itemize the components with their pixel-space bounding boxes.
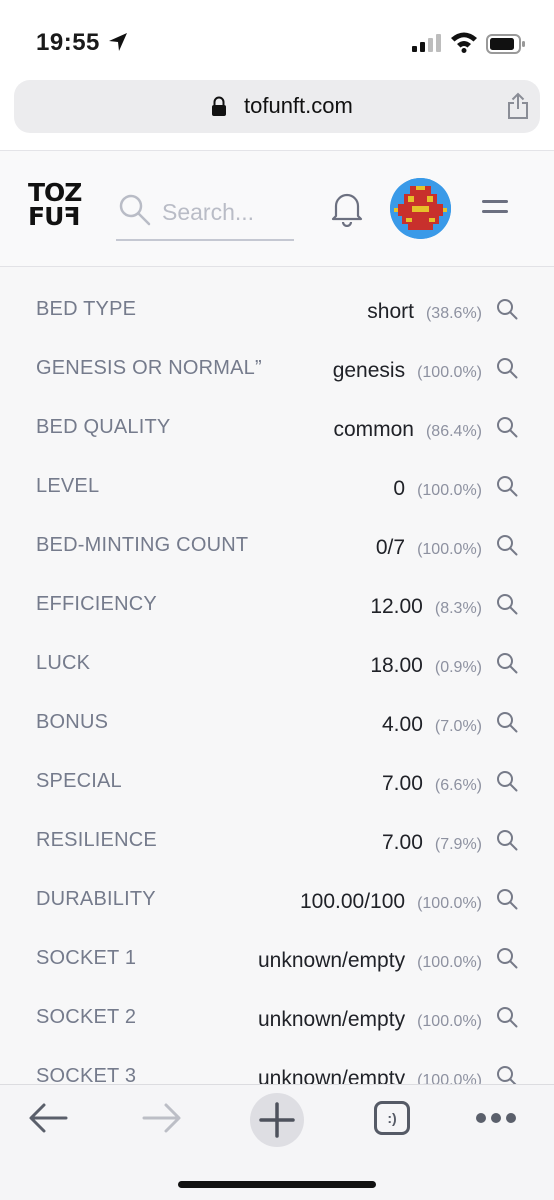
site-header: TOZ FUꟻ: [0, 150, 554, 267]
tabs-button[interactable]: :): [374, 1101, 410, 1135]
search-icon[interactable]: [496, 829, 518, 856]
attribute-value: unknown/empty: [257, 1008, 406, 1031]
attribute-row: GENESIS OR NORMAL” genesis (100.0%): [0, 343, 554, 402]
attribute-percent: (100.0%): [417, 1072, 482, 1084]
search-icon[interactable]: [496, 593, 518, 620]
location-arrow-icon: [108, 32, 128, 57]
attribute-label: BED TYPE: [36, 298, 137, 320]
attribute-value: genesis: [332, 359, 406, 382]
attribute-percent: (8.3%): [434, 600, 482, 617]
search-icon[interactable]: [496, 888, 518, 915]
attribute-row: SOCKET 1 unknown/empty (100.0%): [0, 933, 554, 992]
attribute-row: SOCKET 3 unknown/empty (100.0%): [0, 1051, 554, 1084]
attribute-row: LUCK 18.00 (0.9%): [0, 638, 554, 697]
status-time: 19:55: [36, 29, 100, 56]
attribute-row: BONUS 4.00 (7.0%): [0, 697, 554, 756]
attribute-label: SOCKET 2: [36, 1006, 137, 1028]
attribute-percent: (100.0%): [417, 895, 482, 912]
attribute-value: 4.00: [382, 713, 423, 736]
cell-signal-icon: [412, 34, 442, 57]
attribute-label: LEVEL: [36, 475, 100, 497]
search-icon[interactable]: [496, 711, 518, 738]
status-bar: 19:55: [0, 0, 554, 80]
search-icon[interactable]: [496, 357, 518, 384]
search-box: [116, 189, 294, 241]
wifi-icon: [450, 31, 478, 58]
search-icon[interactable]: [496, 652, 518, 679]
attribute-percent: (100.0%): [417, 364, 482, 381]
attribute-value: 18.00: [370, 654, 423, 677]
menu-icon[interactable]: [481, 197, 509, 222]
attribute-value: 100.00/100: [299, 890, 406, 913]
attribute-row: SOCKET 2 unknown/empty (100.0%): [0, 992, 554, 1051]
search-icon[interactable]: [496, 298, 518, 325]
attribute-value: 7.00: [382, 831, 423, 854]
attribute-value: 0/7: [375, 536, 406, 559]
attribute-value: short: [367, 300, 414, 323]
attribute-label: RESILIENCE: [36, 829, 157, 851]
search-icon[interactable]: [496, 947, 518, 974]
address-bar[interactable]: tofunft.com: [14, 80, 540, 133]
attribute-row: RESILIENCE 7.00 (7.9%): [0, 815, 554, 874]
attribute-percent: (7.9%): [434, 836, 482, 853]
back-arrow-icon[interactable]: [28, 1101, 68, 1140]
attribute-percent: (0.9%): [434, 659, 482, 676]
search-icon[interactable]: [496, 1006, 518, 1033]
attribute-label: EFFICIENCY: [36, 593, 157, 615]
attribute-label: BONUS: [36, 711, 109, 733]
home-indicator[interactable]: [178, 1181, 376, 1188]
attribute-value: 0: [393, 477, 406, 500]
attribute-percent: (6.6%): [434, 777, 482, 794]
share-icon[interactable]: [506, 92, 530, 125]
attribute-label: BED-MINTING COUNT: [36, 534, 249, 556]
attribute-value: 7.00: [382, 772, 423, 795]
search-icon[interactable]: [496, 475, 518, 502]
search-icon[interactable]: [496, 534, 518, 561]
attribute-row: BED TYPE short (38.6%): [0, 284, 554, 343]
battery-icon: [486, 34, 526, 59]
more-dots-icon[interactable]: [474, 1111, 518, 1130]
attributes-list: BED TYPE short (38.6%) GENESIS OR NORMAL…: [0, 268, 554, 1084]
plus-icon: [259, 1102, 295, 1138]
attribute-label: LUCK: [36, 652, 91, 674]
search-icon[interactable]: [496, 770, 518, 797]
attribute-row: BED-MINTING COUNT 0/7 (100.0%): [0, 520, 554, 579]
attribute-percent: (38.6%): [425, 305, 482, 322]
attribute-percent: (100.0%): [417, 954, 482, 971]
search-icon[interactable]: [496, 416, 518, 443]
url-text: tofunft.com: [244, 93, 353, 118]
logo-line-2: FUꟻ: [28, 202, 80, 231]
attribute-label: SOCKET 3: [36, 1065, 137, 1084]
attribute-row: SPECIAL 7.00 (6.6%): [0, 756, 554, 815]
attribute-label: SOCKET 1: [36, 947, 137, 969]
attribute-row: BED QUALITY common (86.4%): [0, 402, 554, 461]
lock-icon: [210, 96, 228, 121]
attribute-percent: (100.0%): [417, 1013, 482, 1030]
avatar[interactable]: [390, 178, 451, 239]
attribute-percent: (100.0%): [417, 482, 482, 499]
forward-arrow-icon[interactable]: [142, 1101, 182, 1140]
attribute-label: GENESIS OR NORMAL”: [36, 357, 262, 379]
new-tab-button[interactable]: [250, 1093, 304, 1147]
attribute-label: DURABILITY: [36, 888, 156, 910]
attribute-value: unknown/empty: [257, 949, 406, 972]
attribute-value: 12.00: [370, 595, 423, 618]
search-input[interactable]: [162, 195, 290, 229]
bell-icon[interactable]: [330, 189, 364, 232]
attribute-row: LEVEL 0 (100.0%): [0, 461, 554, 520]
attribute-value: unknown/empty: [257, 1067, 406, 1084]
attribute-label: BED QUALITY: [36, 416, 171, 438]
search-icon: [118, 193, 152, 232]
attribute-row: EFFICIENCY 12.00 (8.3%): [0, 579, 554, 638]
attribute-percent: (7.0%): [434, 718, 482, 735]
search-icon[interactable]: [496, 1065, 518, 1084]
browser-address-area: tofunft.com: [0, 80, 554, 150]
attribute-row: DURABILITY 100.00/100 (100.0%): [0, 874, 554, 933]
attribute-label: SPECIAL: [36, 770, 122, 792]
site-logo[interactable]: TOZ FUꟻ: [28, 180, 90, 237]
attribute-value: common: [333, 418, 414, 441]
attribute-percent: (100.0%): [417, 541, 482, 558]
attribute-percent: (86.4%): [425, 423, 482, 440]
